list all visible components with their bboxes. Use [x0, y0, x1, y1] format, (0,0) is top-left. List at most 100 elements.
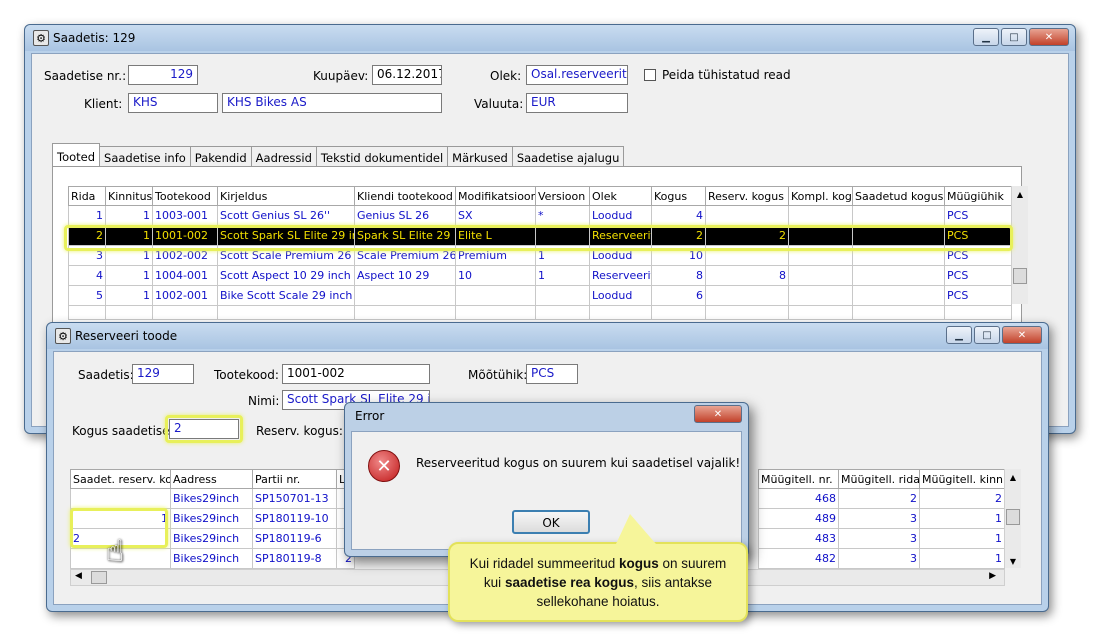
reserve-window-titlebar[interactable]: ⚙ Reserveeri toode ▁ □ ✕ — [47, 323, 1048, 349]
table-cell[interactable] — [354, 285, 456, 306]
scroll-left-icon[interactable]: ◀ — [75, 571, 82, 581]
tab-saadetise-info[interactable]: Saadetise info — [99, 146, 191, 168]
table-cell[interactable]: 1 — [919, 508, 1005, 529]
saadetise-nr-field[interactable]: 129 — [128, 65, 198, 85]
table-row[interactable]: 5 1 1002-001 Bike Scott Scale 29 inch Loodud… — [68, 285, 1012, 306]
col-olek[interactable]: Olek — [589, 186, 652, 206]
products-grid-scrollbar[interactable]: ▲ — [1011, 186, 1028, 304]
table-cell[interactable] — [852, 205, 945, 226]
col-kogus[interactable]: Kogus — [651, 186, 706, 206]
table-cell[interactable]: 1 — [535, 265, 590, 286]
table-row[interactable]: 483 3 1 — [758, 528, 1005, 549]
table-cell[interactable]: Bikes29inch — [170, 548, 253, 569]
peida-tuhistatud-checkbox[interactable] — [644, 69, 656, 81]
table-cell[interactable]: Scott Genius SL 26'' — [217, 205, 355, 226]
table-cell[interactable] — [535, 285, 590, 306]
table-cell[interactable]: PCS — [944, 285, 1012, 306]
main-window-titlebar[interactable]: ⚙ Saadetis: 129 ▁ □ ✕ — [25, 25, 1075, 51]
minimize-icon[interactable]: ▁ — [973, 28, 999, 46]
col-rida[interactable]: Rida — [68, 186, 106, 206]
table-cell[interactable]: 4 — [651, 205, 706, 226]
tab-aadressid[interactable]: Aadressid — [250, 146, 317, 168]
col-saadetud-kogus[interactable]: Saadetud kogus — [852, 186, 945, 206]
table-cell[interactable]: 2 — [919, 488, 1005, 509]
tab-tekstid-dokumentidel[interactable]: Tekstid dokumentidel — [315, 146, 449, 168]
col-modifikatsioon[interactable]: Modifikatsioon — [455, 186, 536, 206]
table-cell[interactable] — [455, 285, 536, 306]
table-cell[interactable]: 1004-001 — [152, 265, 218, 286]
kuupaev-field[interactable]: 06.12.2017 — [372, 65, 442, 85]
table-cell[interactable]: Loodud — [589, 205, 652, 226]
table-cell[interactable]: 482 — [758, 548, 839, 569]
col-muugitell-rida[interactable]: Müügitell. rida — [838, 469, 920, 489]
col-reserv-kogus[interactable]: Reserv. kogus — [705, 186, 789, 206]
col-partii-nr[interactable]: Partii nr. — [252, 469, 337, 489]
tab-tooted[interactable]: Tooted — [52, 143, 101, 168]
maximize-icon[interactable]: □ — [1001, 28, 1027, 46]
table-cell[interactable]: Bike Scott Scale 29 inch — [217, 285, 355, 306]
hscroll-thumb[interactable] — [91, 571, 107, 584]
close-icon[interactable]: ✕ — [1029, 28, 1069, 46]
table-cell[interactable]: Bikes29inch — [170, 528, 253, 549]
tab-markused[interactable]: Märkused — [447, 146, 513, 168]
table-cell[interactable]: 6 — [651, 285, 706, 306]
table-cell[interactable]: SP180119-6 — [252, 528, 337, 549]
table-row[interactable]: 482 3 1 — [758, 548, 1005, 569]
table-row[interactable]: 489 3 1 — [758, 508, 1005, 529]
table-cell[interactable]: Scott Aspect 10 29 inch — [217, 265, 355, 286]
valuuta-field[interactable]: EUR — [526, 93, 628, 113]
table-cell[interactable]: 4 — [68, 265, 106, 286]
table-cell[interactable]: 2 — [838, 488, 920, 509]
table-cell[interactable]: 468 — [758, 488, 839, 509]
table-cell[interactable]: Bikes29inch — [170, 508, 253, 529]
table-cell[interactable]: 483 — [758, 528, 839, 549]
table-cell[interactable]: Reserveeritud — [589, 265, 652, 286]
col-muugitell-nr[interactable]: Müügitell. nr. — [758, 469, 839, 489]
table-cell[interactable]: 1 — [919, 548, 1005, 569]
col-muugiuhik[interactable]: Müügiühik — [944, 186, 1012, 206]
table-cell[interactable]: 1 — [105, 205, 153, 226]
close-icon[interactable]: ✕ — [694, 405, 742, 423]
table-cell[interactable]: SP180119-8 — [252, 548, 337, 569]
table-row[interactable]: 4 1 1004-001 Scott Aspect 10 29 inch Aspect … — [68, 265, 1012, 286]
table-cell[interactable]: Bikes29inch — [170, 488, 253, 509]
col-kliendi-tootekood[interactable]: Kliendi tootekood — [354, 186, 456, 206]
table-cell[interactable]: 489 — [758, 508, 839, 529]
table-cell[interactable]: PCS — [944, 205, 1012, 226]
scroll-thumb[interactable] — [1006, 509, 1020, 525]
col-kinnitus[interactable]: Kinnitus — [105, 186, 153, 206]
table-cell[interactable]: 5 — [68, 285, 106, 306]
table-cell[interactable]: Aspect 10 29 — [354, 265, 456, 286]
close-icon[interactable]: ✕ — [1002, 326, 1042, 344]
table-cell[interactable] — [852, 285, 945, 306]
maximize-icon[interactable]: □ — [974, 326, 1000, 344]
table-cell[interactable]: 1 — [919, 528, 1005, 549]
table-cell[interactable] — [788, 265, 853, 286]
klient-code-field[interactable]: KHS — [128, 93, 218, 113]
table-cell[interactable]: 1002-001 — [152, 285, 218, 306]
table-row[interactable]: 1 1 1003-001 Scott Genius SL 26'' Genius SL … — [68, 205, 1012, 226]
table-cell[interactable]: 1 — [68, 205, 106, 226]
col-tootekood[interactable]: Tootekood — [152, 186, 218, 206]
table-cell[interactable]: * — [535, 205, 590, 226]
table-cell[interactable] — [705, 285, 789, 306]
table-cell[interactable]: 1 — [105, 265, 153, 286]
tab-pakendid[interactable]: Pakendid — [189, 146, 252, 168]
table-cell[interactable]: PCS — [944, 265, 1012, 286]
table-cell[interactable]: 1003-001 — [152, 205, 218, 226]
table-cell[interactable]: 8 — [705, 265, 789, 286]
scroll-down-icon[interactable]: ▼ — [1005, 557, 1021, 566]
table-cell[interactable] — [788, 205, 853, 226]
tab-saadetise-ajalugu[interactable]: Saadetise ajalugu — [511, 146, 625, 168]
table-row[interactable]: Bikes29inch SP150701-13 — [70, 488, 355, 509]
table-cell[interactable]: 10 — [455, 265, 536, 286]
col-saadet-reserv-kogus[interactable]: Saadet. reserv. kogus — [70, 469, 171, 489]
table-cell[interactable]: 3 — [838, 508, 920, 529]
table-cell[interactable]: SP150701-13 — [252, 488, 337, 509]
table-cell[interactable]: SX — [455, 205, 536, 226]
scroll-up-icon[interactable]: ▲ — [1005, 473, 1021, 482]
table-cell[interactable]: 8 — [651, 265, 706, 286]
table-row[interactable]: 468 2 2 — [758, 488, 1005, 509]
table-cell[interactable]: 3 — [838, 528, 920, 549]
table-cell[interactable] — [788, 285, 853, 306]
